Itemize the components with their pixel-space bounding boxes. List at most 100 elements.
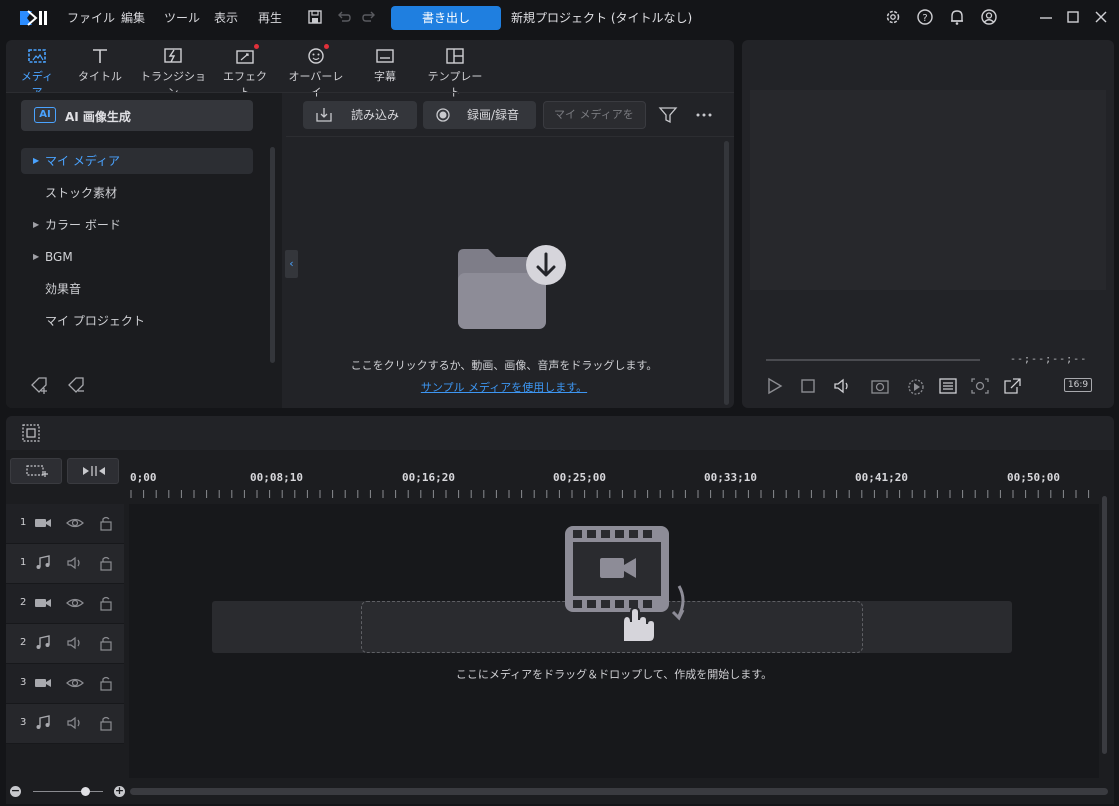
- lock-icon[interactable]: [97, 715, 115, 731]
- visibility-icon[interactable]: [66, 675, 84, 691]
- tab-overlay[interactable]: オーバーレイ: [284, 46, 348, 99]
- ai-icon: AI: [34, 107, 56, 123]
- menu-playback[interactable]: 再生: [258, 9, 282, 26]
- zoom-in-button[interactable]: +: [114, 785, 125, 797]
- video-track-icon: [35, 519, 51, 527]
- lock-icon[interactable]: [97, 595, 115, 611]
- preview-timecode: --;--;--;--: [1010, 354, 1088, 365]
- close-icon[interactable]: [1092, 8, 1110, 26]
- timeline-drop-hint: ここにメディアをドラッグ＆ドロップして、作成を開始します。: [455, 668, 773, 681]
- zoom-slider[interactable]: [33, 791, 103, 792]
- media-icon: [28, 49, 46, 63]
- timeline-vertical-scrollbar[interactable]: [1102, 496, 1107, 754]
- visibility-icon[interactable]: [66, 515, 84, 531]
- track-head-audio-1[interactable]: 1: [6, 544, 124, 584]
- account-icon[interactable]: [980, 8, 998, 26]
- tab-template[interactable]: テンプレート: [424, 46, 486, 99]
- record-button[interactable]: 録画/録音: [423, 101, 536, 129]
- menu-edit[interactable]: 編集: [121, 9, 145, 26]
- help-icon[interactable]: ?: [916, 8, 934, 26]
- track-head-audio-2[interactable]: 2: [6, 624, 124, 664]
- undo-icon[interactable]: [334, 8, 352, 26]
- filter-icon[interactable]: [658, 105, 678, 125]
- audio-track-icon: [36, 635, 50, 649]
- tab-title-label: タイトル: [78, 70, 122, 83]
- notification-icon[interactable]: [948, 8, 966, 26]
- subtitle-icon: [376, 49, 394, 63]
- zoom-preview-icon[interactable]: [970, 377, 990, 395]
- tab-effect[interactable]: エフェクト: [220, 46, 270, 99]
- add-track-icon: [26, 465, 48, 477]
- subtitle-toggle-icon[interactable]: [938, 377, 958, 395]
- add-tag-icon[interactable]: [29, 375, 51, 395]
- preview-screen[interactable]: [750, 90, 1106, 290]
- import-icon: [316, 108, 332, 122]
- import-button[interactable]: 読み込み: [303, 101, 417, 129]
- timeline-bottom-bar: − +: [6, 778, 1114, 804]
- zoom-slider-handle[interactable]: [81, 787, 90, 796]
- lock-icon[interactable]: [97, 555, 115, 571]
- track-head-video-3[interactable]: 3: [6, 664, 124, 704]
- lock-icon[interactable]: [97, 675, 115, 691]
- settings-icon[interactable]: [884, 8, 902, 26]
- visibility-icon[interactable]: [66, 595, 84, 611]
- maximize-icon[interactable]: [1064, 8, 1082, 26]
- tab-subtitle[interactable]: 字幕: [370, 46, 400, 90]
- export-button[interactable]: 書き出し: [391, 6, 501, 30]
- volume-icon[interactable]: [66, 555, 84, 571]
- add-track-button[interactable]: [10, 458, 62, 484]
- track-head-video-2[interactable]: 2: [6, 584, 124, 624]
- ruler-label: 00;25;00: [553, 471, 606, 484]
- empty-folder-icon[interactable]: [456, 243, 568, 339]
- sidebar-item-label: マイ メディア: [45, 154, 120, 168]
- overlay-icon: [308, 48, 324, 64]
- menu-tools[interactable]: ツール: [164, 9, 200, 26]
- project-title: 新規プロジェクト (タイトルなし): [511, 11, 693, 25]
- ai-image-generation-button[interactable]: AI AI 画像生成: [21, 100, 253, 131]
- tab-title[interactable]: タイトル: [78, 46, 122, 90]
- lock-icon[interactable]: [97, 635, 115, 651]
- aspect-ratio-button[interactable]: 16:9: [1064, 378, 1092, 392]
- timeline-fit-icon[interactable]: [20, 423, 42, 443]
- track-head-audio-3[interactable]: 3: [6, 704, 124, 744]
- tab-media[interactable]: メディア: [16, 46, 58, 99]
- snapshot-icon[interactable]: [870, 377, 890, 395]
- track-head-video-1[interactable]: 1: [6, 504, 124, 544]
- volume-icon[interactable]: [66, 715, 84, 731]
- sample-media-link[interactable]: サンプル メディアを使用します。: [286, 379, 722, 395]
- sidebar-item-stock[interactable]: ストック素材: [21, 180, 253, 206]
- volume-icon[interactable]: [66, 635, 84, 651]
- media-search-input[interactable]: マイ メディアを: [543, 101, 646, 129]
- drag-media-film-icon: [565, 526, 685, 643]
- timeline-track-area[interactable]: ここにメディアをドラッグ＆ドロップして、作成を開始します。: [129, 504, 1099, 780]
- timeline-toolbar: [6, 416, 1114, 450]
- redo-icon[interactable]: [361, 8, 379, 26]
- preview-seek-bar[interactable]: [766, 359, 980, 361]
- menu-view[interactable]: 表示: [214, 9, 238, 26]
- render-preview-icon[interactable]: [906, 377, 926, 395]
- tab-transition[interactable]: トランジション: [138, 46, 208, 99]
- remove-tag-icon[interactable]: [66, 375, 88, 395]
- video-track-icon: [35, 599, 51, 607]
- volume-icon[interactable]: [832, 377, 852, 395]
- media-area: 読み込み 録画/録音 マイ メディアを ここをクリックするか、動画、画像、音声を…: [286, 93, 734, 408]
- sidebar-item-my-media[interactable]: ▶ マイ メディア: [21, 148, 253, 174]
- timeline-horizontal-scrollbar[interactable]: [130, 788, 1108, 795]
- timeline-ruler[interactable]: [130, 488, 1090, 500]
- save-icon[interactable]: [306, 8, 324, 26]
- stop-icon[interactable]: [798, 377, 818, 395]
- sidebar-item-sound-effects[interactable]: 効果音: [21, 276, 253, 302]
- external-preview-icon[interactable]: [1002, 377, 1022, 395]
- minimize-icon[interactable]: [1037, 8, 1055, 26]
- media-scrollbar[interactable]: [724, 141, 729, 405]
- fit-timeline-button[interactable]: [67, 458, 119, 484]
- sidebar-item-bgm[interactable]: ▶ BGM: [21, 244, 253, 270]
- zoom-out-button[interactable]: −: [10, 785, 21, 797]
- sidebar-item-my-project[interactable]: マイ プロジェクト: [21, 308, 253, 334]
- lock-icon[interactable]: [97, 515, 115, 531]
- sidebar-scrollbar[interactable]: [270, 147, 275, 363]
- sidebar-item-color-board[interactable]: ▶ カラー ボード: [21, 212, 253, 238]
- menu-file[interactable]: ファイル: [67, 9, 115, 26]
- more-options-icon[interactable]: [695, 105, 713, 125]
- play-icon[interactable]: [764, 377, 784, 395]
